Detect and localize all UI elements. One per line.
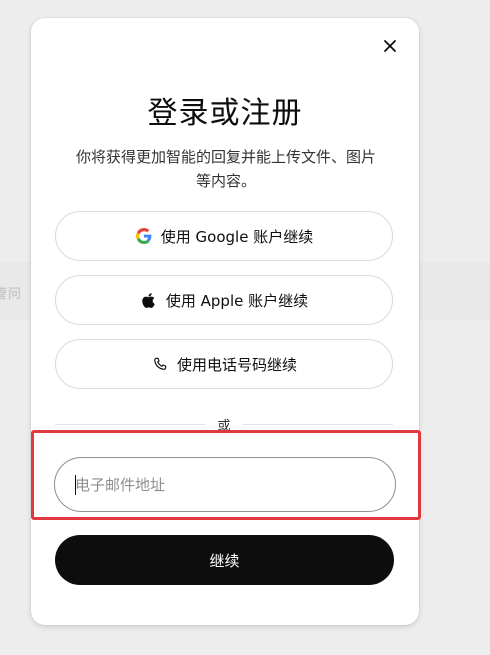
google-signin-label: 使用 Google 账户继续 <box>160 227 314 246</box>
continue-button[interactable]: 继续 <box>55 535 394 585</box>
phone-signin-button[interactable]: 使用电话号码继续 <box>55 339 393 389</box>
subtitle: 你将获得更加智能的回复并能上传文件、图片等内容。 <box>75 148 376 190</box>
page-title: 登录或注册 <box>147 96 303 131</box>
background-partial-text: 管问 <box>0 287 23 302</box>
login-modal: 登录或注册 你将获得更加智能的回复并能上传文件、图片等内容。 使用 Google… <box>31 18 419 625</box>
apple-signin-button[interactable]: 使用 Apple 账户继续 <box>55 275 393 325</box>
close-button[interactable] <box>380 36 400 56</box>
email-field[interactable] <box>54 457 396 512</box>
apple-icon <box>140 291 158 309</box>
divider-line-right <box>243 424 393 425</box>
google-signin-button[interactable]: 使用 Google 账户继续 <box>55 211 393 261</box>
text-caret <box>75 475 76 495</box>
google-icon <box>135 227 153 245</box>
apple-signin-label: 使用 Apple 账户继续 <box>165 291 309 310</box>
phone-signin-label: 使用电话号码继续 <box>176 355 297 374</box>
phone-icon <box>151 355 169 373</box>
close-icon <box>380 36 400 56</box>
